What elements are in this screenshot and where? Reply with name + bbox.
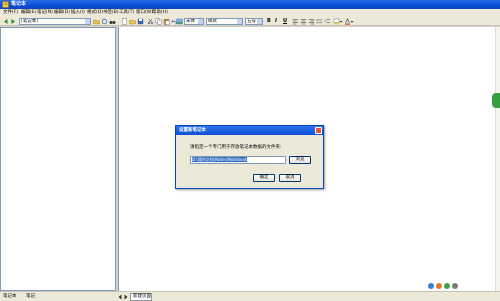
menu-edit-2[interactable]: 编辑(D) <box>54 10 70 16</box>
status-bar: 笔记本 笔记 新建页面 <box>0 291 500 301</box>
font-select-value: 宋体 <box>186 19 195 24</box>
menu-bookmarks[interactable]: 书签(B) <box>103 10 119 16</box>
toolbar: [笔记本] 宋体 样式 五号 B I U <box>0 17 500 26</box>
chevron-down-icon[interactable] <box>237 19 242 24</box>
online-icon[interactable] <box>444 283 450 289</box>
folder-icon[interactable] <box>93 18 100 25</box>
settings-gear-icon[interactable] <box>452 283 458 289</box>
window-title: 笔记本 <box>11 1 27 7</box>
status-notebook-label[interactable]: 笔记本 <box>3 294 17 300</box>
close-icon[interactable] <box>315 127 322 134</box>
notebook-select-value: [笔记本] <box>21 19 39 24</box>
status-notes-label[interactable]: 笔记 <box>26 294 35 300</box>
folder-path-value: D:\我的文档\Notes\Notebook <box>192 157 248 162</box>
tab-scroll-left-icon[interactable] <box>118 294 122 300</box>
search-binoculars-icon[interactable] <box>109 18 116 25</box>
open-icon[interactable] <box>129 18 136 25</box>
copy-icon[interactable] <box>155 18 162 25</box>
dialog-title-bar: 设置新笔记本 <box>176 126 323 135</box>
menu-insert[interactable]: 插入(I) <box>71 10 85 16</box>
indent-icon[interactable] <box>324 18 331 25</box>
ok-button[interactable]: 确定 <box>253 174 275 182</box>
menu-help[interactable]: 帮助(H) <box>152 10 168 16</box>
menu-bar: 文件(F) 编辑(E) 笔记(N) 编辑(D) 插入(I) 格式(O) 书签(B… <box>0 9 500 17</box>
chevron-down-icon[interactable] <box>85 19 90 24</box>
align-right-icon[interactable] <box>308 18 315 25</box>
new-page-icon[interactable] <box>121 18 128 25</box>
font-select[interactable]: 宋体 <box>184 18 204 25</box>
folder-path-input[interactable]: D:\我的文档\Notes\Notebook <box>190 156 286 164</box>
paste-icon[interactable] <box>163 18 170 25</box>
forward-arrow-icon[interactable] <box>10 18 17 25</box>
menu-tools[interactable]: 工具(T) <box>119 10 134 16</box>
refresh-icon[interactable] <box>101 18 108 25</box>
chevron-down-icon[interactable] <box>198 19 203 24</box>
help-icon[interactable] <box>428 283 434 289</box>
title-bar: 笔记本 <box>0 0 500 9</box>
image-icon[interactable] <box>176 18 183 25</box>
back-arrow-icon[interactable] <box>2 18 9 25</box>
underline-button[interactable]: U <box>283 18 287 25</box>
chevron-down-icon[interactable] <box>350 18 354 25</box>
side-panel-tab[interactable] <box>492 93 500 108</box>
bold-button[interactable]: B <box>267 18 271 25</box>
cut-icon[interactable] <box>147 18 154 25</box>
align-left-icon[interactable] <box>292 18 299 25</box>
bullet-list-icon[interactable] <box>316 18 323 25</box>
app-notebook-icon <box>2 1 9 8</box>
menu-format[interactable]: 格式(O) <box>87 10 103 16</box>
new-notebook-dialog: 设置新笔记本 请指定一个专门用于存放笔记本数据的文件夹: D:\我的文档\Not… <box>175 125 324 189</box>
style-select-value: 样式 <box>208 19 217 24</box>
notebook-select[interactable]: [笔记本] <box>19 18 91 25</box>
menu-file[interactable]: 文件(F) <box>3 10 18 16</box>
cancel-button[interactable]: 取消 <box>279 174 301 182</box>
dialog-prompt: 请指定一个专门用于存放笔记本数据的文件夹: <box>190 145 282 150</box>
chevron-down-icon[interactable] <box>339 18 343 25</box>
page-tab-new[interactable]: 新建页面 <box>130 293 152 301</box>
notebook-tree-pane[interactable] <box>0 27 116 291</box>
browse-button[interactable]: 浏览 <box>289 156 311 164</box>
menu-edit[interactable]: 编辑(E) <box>21 10 36 16</box>
align-center-icon[interactable] <box>300 18 307 25</box>
vertical-scrollbar[interactable] <box>495 27 500 291</box>
menu-window[interactable]: 窗口(W) <box>136 10 153 16</box>
size-select-value: 五号 <box>247 19 256 24</box>
menu-notes[interactable]: 笔记(N) <box>37 10 53 16</box>
sync-icon[interactable] <box>436 283 442 289</box>
tab-scroll-right-icon[interactable] <box>124 294 128 300</box>
size-select[interactable]: 五号 <box>245 18 263 25</box>
italic-button[interactable]: I <box>275 18 277 25</box>
save-icon[interactable] <box>137 18 144 25</box>
dialog-title: 设置新笔记本 <box>179 128 206 133</box>
style-select[interactable]: 样式 <box>206 18 243 25</box>
chevron-down-icon[interactable] <box>257 19 262 24</box>
